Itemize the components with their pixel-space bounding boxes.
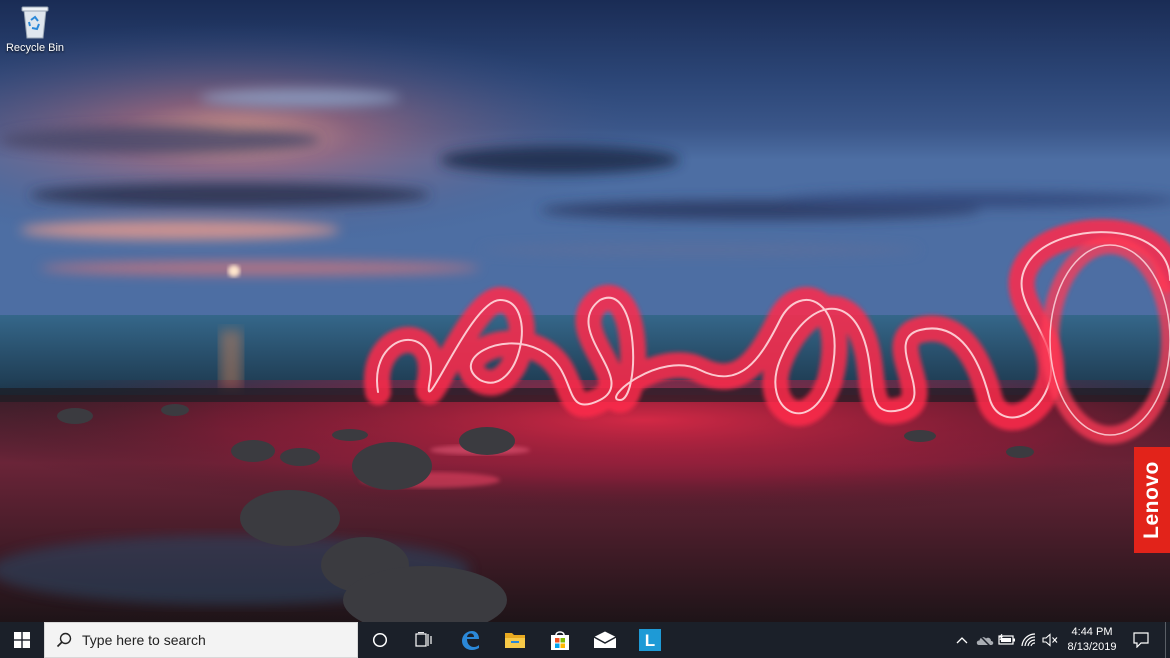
task-view-button[interactable]: [402, 622, 446, 658]
show-desktop-button[interactable]: [1165, 622, 1166, 658]
onedrive-icon: [976, 634, 994, 646]
onedrive-tray-button[interactable]: [974, 622, 996, 658]
task-view-icon: [415, 632, 432, 647]
store-icon: [551, 631, 569, 650]
cortana-icon: [372, 632, 388, 648]
desktop: Recycle Bin Lenovo Type here to search L…: [0, 0, 1170, 658]
cortana-button[interactable]: [358, 622, 402, 658]
lenovo-logo-badge: Lenovo: [1134, 447, 1170, 553]
wifi-icon: [1021, 633, 1036, 647]
clock-date: 8/13/2019: [1067, 641, 1117, 653]
edge-taskbar-button[interactable]: [448, 622, 492, 658]
taskbar: Type here to search L 4:44 PM 8/13/2019: [0, 622, 1170, 658]
file-explorer-taskbar-button[interactable]: [492, 622, 538, 658]
show-hidden-icons-button[interactable]: [952, 622, 972, 658]
recycle-bin-label: Recycle Bin: [5, 42, 65, 54]
start-button[interactable]: [0, 622, 44, 658]
battery-tray-button[interactable]: [996, 622, 1018, 658]
mail-taskbar-button[interactable]: [583, 622, 627, 658]
clock-time: 4:44 PM: [1071, 626, 1113, 638]
lenovo-logo-text: Lenovo: [1140, 461, 1163, 539]
volume-muted-icon: [1042, 633, 1058, 647]
action-center-button[interactable]: [1126, 622, 1156, 658]
search-icon: [56, 632, 72, 648]
file-explorer-icon: [505, 633, 525, 648]
taskbar-clock[interactable]: 4:44 PM 8/13/2019: [1062, 622, 1122, 658]
lenovo-vantage-icon: L: [639, 629, 661, 651]
edge-icon: [462, 631, 479, 650]
lenovo-vantage-letter: L: [645, 631, 655, 650]
recycle-bin-icon: [21, 6, 49, 39]
wallpaper: [0, 0, 1170, 622]
chevron-up-icon: [956, 637, 968, 644]
battery-icon: [998, 634, 1015, 645]
lenovo-vantage-taskbar-button[interactable]: L: [628, 622, 672, 658]
volume-tray-button[interactable]: [1039, 622, 1061, 658]
windows-logo-icon: [14, 632, 30, 648]
search-placeholder: Type here to search: [82, 632, 206, 648]
microsoft-store-taskbar-button[interactable]: [538, 622, 582, 658]
notification-icon: [1133, 632, 1149, 648]
taskbar-search-box[interactable]: Type here to search: [44, 622, 358, 658]
mail-icon: [593, 631, 617, 648]
recycle-bin-desktop-icon[interactable]: Recycle Bin: [4, 2, 66, 60]
network-tray-button[interactable]: [1018, 622, 1040, 658]
